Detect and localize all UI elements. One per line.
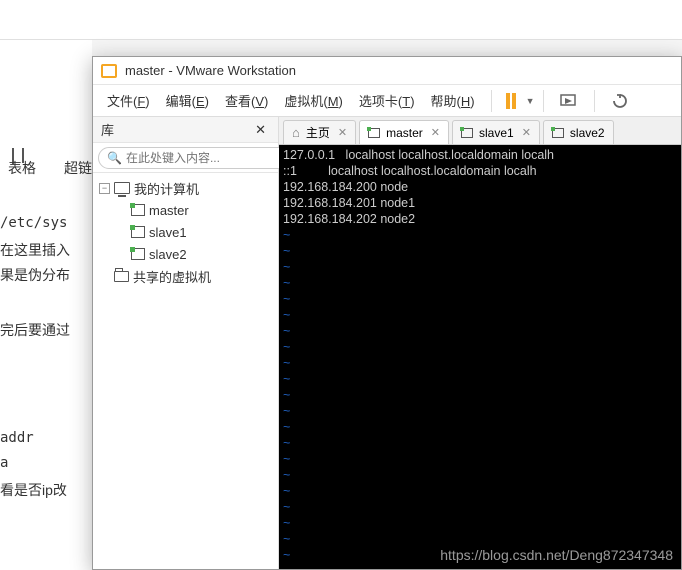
library-tree: − 我的计算机 master slave1 slave2 − xyxy=(93,173,278,569)
bg-text-line: 果是伪分布 xyxy=(0,265,70,285)
refresh-icon[interactable] xyxy=(611,93,629,109)
tree-node-slave1[interactable]: slave1 xyxy=(93,221,278,243)
tilde-line: ~ xyxy=(283,292,290,306)
vm-icon xyxy=(131,226,145,238)
tilde-line: ~ xyxy=(283,484,290,498)
menubar: 文件(F) 编辑(E) 查看(V) 虚拟机(M) 选项卡(T) 帮助(H) ▼ xyxy=(93,85,681,117)
terminal-line: 192.168.184.200 node xyxy=(283,180,408,194)
close-icon[interactable]: ✕ xyxy=(251,122,270,138)
tab-label: master xyxy=(386,126,423,140)
watermark: https://blog.csdn.net/Deng872347348 xyxy=(440,547,673,563)
tilde-line: ~ xyxy=(283,452,290,466)
separator xyxy=(491,90,492,112)
bg-label-cross: 超链 xyxy=(64,158,92,178)
bg-text-line: /etc/sys xyxy=(0,215,67,231)
search-input[interactable] xyxy=(126,151,281,165)
terminal-line: 127.0.0.1 localhost localhost.localdomai… xyxy=(283,148,554,162)
tilde-line: ~ xyxy=(283,372,290,386)
menu-vm[interactable]: 虚拟机(M) xyxy=(276,87,351,114)
tree-label: master xyxy=(149,203,189,218)
menu-view[interactable]: 查看(V) xyxy=(217,87,276,114)
folder-icon xyxy=(114,271,129,282)
vmware-window: master - VMware Workstation 文件(F) 编辑(E) … xyxy=(92,56,682,570)
app-icon xyxy=(101,64,117,78)
tab-label: slave2 xyxy=(570,126,605,140)
tilde-line: ~ xyxy=(283,548,290,562)
tree-node-mycomputer[interactable]: − 我的计算机 xyxy=(93,177,278,199)
tree-label: 我的计算机 xyxy=(134,179,199,198)
tilde-line: ~ xyxy=(283,500,290,514)
background-top-bar xyxy=(0,0,682,40)
separator xyxy=(543,90,544,112)
tilde-line: ~ xyxy=(283,388,290,402)
tree-node-slave2[interactable]: slave2 xyxy=(93,243,278,265)
vm-icon xyxy=(461,128,473,138)
tilde-line: ~ xyxy=(283,516,290,530)
tab-master[interactable]: master ✕ xyxy=(359,120,449,144)
tab-bar: ⌂ 主页 ✕ master ✕ slave1 ✕ slave2 xyxy=(279,117,681,145)
home-icon: ⌂ xyxy=(292,125,300,140)
tilde-line: ~ xyxy=(283,356,290,370)
bg-text-line: a xyxy=(0,455,8,471)
tilde-line: ~ xyxy=(283,308,290,322)
main-area: 库 ✕ 🔍 ▾ − 我的计算机 master xyxy=(93,117,681,569)
terminal-line: 192.168.184.201 node1 xyxy=(283,196,415,210)
menu-tabs[interactable]: 选项卡(T) xyxy=(351,87,423,114)
pause-button[interactable] xyxy=(500,89,522,113)
tilde-line: ~ xyxy=(283,340,290,354)
menu-edit[interactable]: 编辑(E) xyxy=(158,87,217,114)
titlebar[interactable]: master - VMware Workstation xyxy=(93,57,681,85)
sidebar-header: 库 ✕ xyxy=(93,117,278,143)
vm-icon xyxy=(552,128,564,138)
close-icon[interactable]: ✕ xyxy=(338,126,347,139)
tilde-line: ~ xyxy=(283,244,290,258)
send-icon[interactable] xyxy=(560,93,578,109)
tilde-line: ~ xyxy=(283,276,290,290)
vm-icon xyxy=(131,204,145,216)
search-icon: 🔍 xyxy=(107,151,122,165)
terminal-line: 192.168.184.202 node2 xyxy=(283,212,415,226)
close-icon[interactable]: ✕ xyxy=(522,126,531,139)
tab-label: 主页 xyxy=(306,124,330,141)
sidebar: 库 ✕ 🔍 ▾ − 我的计算机 master xyxy=(93,117,279,569)
close-icon[interactable]: ✕ xyxy=(431,126,440,139)
monitor-icon xyxy=(114,182,130,194)
sidebar-title: 库 xyxy=(101,120,251,139)
vm-icon xyxy=(131,248,145,260)
content-area: ⌂ 主页 ✕ master ✕ slave1 ✕ slave2 xyxy=(279,117,681,569)
tab-label: slave1 xyxy=(479,126,514,140)
tilde-line: ~ xyxy=(283,404,290,418)
tab-home[interactable]: ⌂ 主页 ✕ xyxy=(283,120,356,144)
tree-label: 共享的虚拟机 xyxy=(133,267,211,286)
bg-label-tables: 表格 xyxy=(8,158,36,178)
tab-slave2[interactable]: slave2 xyxy=(543,120,614,144)
menu-help[interactable]: 帮助(H) xyxy=(423,87,483,114)
tilde-line: ~ xyxy=(283,228,290,242)
search-box[interactable]: 🔍 xyxy=(98,147,290,169)
tilde-line: ~ xyxy=(283,468,290,482)
tilde-line: ~ xyxy=(283,260,290,274)
bg-text-line: 在这里插入 xyxy=(0,240,70,260)
bg-text-line: addr xyxy=(0,430,34,446)
collapse-icon[interactable]: − xyxy=(99,183,110,194)
bg-text-line: 完后要通过 xyxy=(0,320,70,340)
menu-file[interactable]: 文件(F) xyxy=(99,87,158,114)
vm-icon xyxy=(368,128,380,138)
tree-label: slave2 xyxy=(149,247,187,262)
tilde-line: ~ xyxy=(283,436,290,450)
tilde-line: ~ xyxy=(283,324,290,338)
terminal-line: ::1 localhost localhost.localdomain loca… xyxy=(283,164,537,178)
bg-text-line: 看是否ip改 xyxy=(0,480,67,500)
tilde-line: ~ xyxy=(283,532,290,546)
tree-node-shared[interactable]: − 共享的虚拟机 xyxy=(93,265,278,287)
separator xyxy=(594,90,595,112)
tab-slave1[interactable]: slave1 ✕ xyxy=(452,120,540,144)
terminal[interactable]: 127.0.0.1 localhost localhost.localdomai… xyxy=(279,145,681,569)
tilde-line: ~ xyxy=(283,420,290,434)
search-row: 🔍 ▾ xyxy=(93,143,278,173)
tree-node-master[interactable]: master xyxy=(93,199,278,221)
tree-label: slave1 xyxy=(149,225,187,240)
window-title: master - VMware Workstation xyxy=(125,63,296,78)
chevron-down-icon[interactable]: ▼ xyxy=(526,96,535,106)
